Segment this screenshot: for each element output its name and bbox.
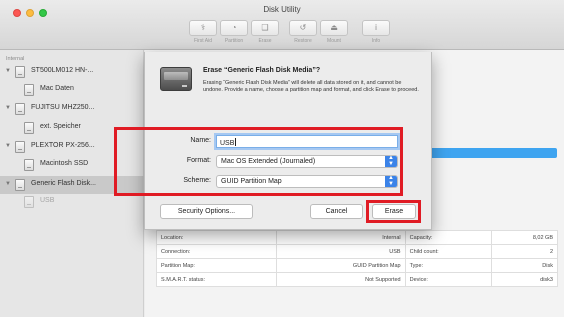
table-row: Location: Internal Capacity: 8,02 GB	[155, 230, 559, 245]
erase-label: Erase	[258, 38, 272, 44]
sidebar-item-label: ext. Speicher	[40, 123, 81, 130]
info-value: Disk	[490, 258, 559, 273]
sidebar-item-fujitsu[interactable]: ▼ FUJITSU MHZ250...	[0, 100, 144, 118]
sheet-title: Erase “Generic Flash Disk Media”?	[203, 67, 321, 74]
usb-drive-icon	[15, 179, 25, 191]
info-key: Connection:	[155, 244, 278, 259]
restore-icon: ↺	[299, 23, 307, 32]
toolbar: Disk Utility ⚕ First Aid ◔ Partition ❑ E…	[0, 0, 564, 50]
window-title: Disk Utility	[263, 5, 301, 14]
first-aid-icon: ⚕	[200, 23, 206, 32]
info-label: Info	[371, 38, 381, 44]
info-value: USB	[276, 244, 406, 259]
form-highlight-box	[114, 127, 403, 196]
volume-icon	[24, 196, 34, 208]
table-row: Connection: USB Child count: 2	[155, 244, 559, 259]
info-key: Device:	[404, 272, 492, 287]
erase-icon: ❑	[261, 23, 269, 32]
sidebar-item-mac-daten[interactable]: Mac Daten	[0, 81, 144, 99]
external-drive-icon	[160, 67, 192, 91]
disk-utility-window: Disk Utility ⚕ First Aid ◔ Partition ❑ E…	[0, 0, 564, 317]
info-value: disk3	[490, 272, 559, 287]
hard-drive-icon	[15, 103, 25, 115]
volume-icon	[24, 159, 34, 171]
sidebar-section-internal: Internal	[6, 56, 25, 62]
info-button[interactable]: i	[362, 20, 390, 36]
info-value: Internal	[276, 230, 406, 245]
cancel-button[interactable]: Cancel	[310, 204, 363, 219]
partition-icon: ◔	[231, 23, 237, 32]
volume-icon	[24, 122, 34, 134]
first-aid-button[interactable]: ⚕	[189, 20, 217, 36]
disclosure-triangle-icon[interactable]: ▼	[5, 68, 11, 74]
sidebar-item-st500lm012[interactable]: ▼ ST500LM012 HN-...	[0, 63, 144, 81]
sidebar-item-label: USB	[40, 197, 55, 204]
table-row: Partition Map: GUID Partition Map Type: …	[155, 258, 559, 273]
erase-toolbar-button[interactable]: ❑	[251, 20, 279, 36]
sidebar-item-label: PLEXTOR PX-256...	[31, 142, 95, 149]
sheet-description: Erasing “Generic Flash Disk Media” will …	[203, 80, 419, 94]
security-options-button[interactable]: Security Options...	[160, 204, 253, 219]
info-key: Child count:	[404, 244, 492, 259]
info-key: Capacity:	[404, 230, 492, 245]
info-key: S.M.A.R.T. status:	[155, 272, 278, 287]
info-key: Location:	[155, 230, 278, 245]
sidebar-item-label: FUJITSU MHZ250...	[31, 104, 95, 111]
sidebar-item-label: Macintosh SSD	[40, 160, 89, 167]
info-key: Partition Map:	[155, 258, 278, 273]
disclosure-triangle-icon[interactable]: ▼	[5, 181, 11, 187]
info-icon: i	[375, 23, 377, 32]
sidebar-item-label: Mac Daten	[40, 85, 74, 92]
mount-icon: ⏏	[330, 23, 338, 32]
disclosure-triangle-icon[interactable]: ▼	[5, 105, 11, 111]
info-value: GUID Partition Map	[276, 258, 406, 273]
info-value: Not Supported	[276, 272, 406, 287]
disclosure-triangle-icon[interactable]: ▼	[5, 143, 11, 149]
table-row: S.M.A.R.T. status: Not Supported Device:…	[155, 272, 559, 287]
partition-button[interactable]: ◔	[220, 20, 248, 36]
info-value: 8,02 GB	[490, 230, 559, 245]
info-value: 2	[490, 244, 559, 259]
info-key: Type:	[404, 258, 492, 273]
mount-label: Mount	[327, 38, 341, 44]
info-table: Location: Internal Capacity: 8,02 GB Con…	[155, 230, 559, 287]
capacity-bar	[429, 148, 557, 158]
restore-button[interactable]: ↺	[289, 20, 317, 36]
sidebar-item-label: Generic Flash Disk...	[31, 180, 96, 187]
mount-button[interactable]: ⏏	[320, 20, 348, 36]
erase-highlight-box	[366, 200, 421, 223]
volume-icon	[24, 84, 34, 96]
hard-drive-icon	[15, 141, 25, 153]
hard-drive-icon	[15, 66, 25, 78]
sidebar-item-label: ST500LM012 HN-...	[31, 67, 94, 74]
